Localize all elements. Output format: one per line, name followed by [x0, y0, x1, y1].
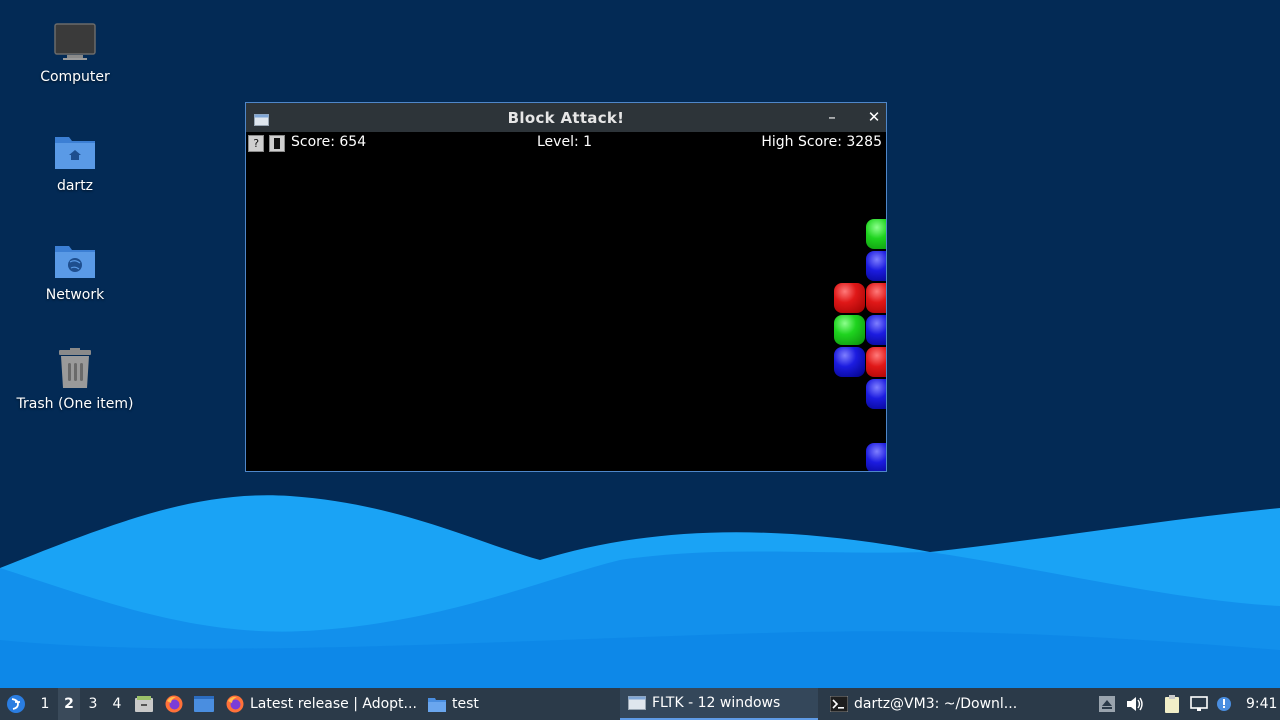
- trash-icon: [51, 345, 99, 393]
- tray-updates[interactable]: [1215, 688, 1233, 720]
- show-desktop-button[interactable]: [193, 688, 215, 720]
- desktop-icon-network[interactable]: Network: [0, 236, 150, 303]
- red-block[interactable]: [866, 347, 886, 377]
- workspace-4[interactable]: 4: [106, 688, 128, 720]
- firefox-icon: [165, 695, 183, 713]
- show-desktop-icon: [194, 696, 214, 712]
- game-board[interactable]: ? Score: 654 Level: 1 High Score: 3285: [246, 132, 886, 471]
- block-attack-window[interactable]: Block Attack! – ✕ ? Score: 654 Level: 1 …: [245, 102, 887, 472]
- window-title: Block Attack!: [507, 109, 625, 127]
- score-label: Score: 654: [291, 134, 367, 150]
- tray-network[interactable]: [1190, 688, 1208, 720]
- desktop-icon-home[interactable]: dartz: [0, 127, 150, 194]
- green-block[interactable]: [866, 219, 886, 249]
- tray-eject[interactable]: [1098, 688, 1116, 720]
- taskbar: 1 2 3 4 Latest release | Adopt... test F…: [0, 688, 1280, 720]
- file-manager-launcher[interactable]: [134, 688, 154, 720]
- network-icon: [1190, 695, 1208, 713]
- task-label: Latest release | Adopt...: [250, 696, 417, 712]
- help-button[interactable]: ?: [248, 135, 264, 152]
- home-folder-icon: [51, 127, 99, 175]
- red-block[interactable]: [866, 283, 886, 313]
- blue-block[interactable]: [866, 251, 886, 281]
- desktop-icon-trash[interactable]: Trash (One item): [0, 345, 150, 412]
- desktop-icon-label: Trash (One item): [16, 396, 134, 412]
- blue-block[interactable]: [834, 347, 865, 377]
- file-manager-icon: [135, 696, 153, 712]
- task-test-folder[interactable]: test: [428, 688, 479, 720]
- terminal-icon: [830, 696, 848, 712]
- blue-block[interactable]: [866, 443, 886, 471]
- window-icon: [628, 696, 646, 710]
- network-folder-icon: [51, 236, 99, 284]
- tray-clipboard[interactable]: [1163, 688, 1181, 720]
- task-fltk[interactable]: FLTK - 12 windows: [620, 688, 818, 720]
- start-menu-icon: [7, 695, 25, 713]
- high-score-label: High Score: 3285: [761, 134, 882, 150]
- window-titlebar[interactable]: Block Attack! – ✕: [246, 103, 886, 132]
- workspace-2[interactable]: 2: [58, 688, 80, 720]
- desktop-icon-label: Computer: [40, 69, 110, 85]
- desktop-icon-label: dartz: [56, 178, 94, 194]
- green-block[interactable]: [834, 315, 865, 345]
- desktop-icon-computer[interactable]: Computer: [0, 18, 150, 85]
- pause-button[interactable]: [269, 135, 285, 152]
- clock[interactable]: 9:41: [1246, 688, 1277, 720]
- pause-icon: [274, 138, 280, 149]
- eject-icon: [1098, 695, 1116, 713]
- task-firefox[interactable]: Latest release | Adopt...: [226, 688, 417, 720]
- task-label: FLTK - 12 windows: [652, 695, 781, 711]
- workspace-1[interactable]: 1: [34, 688, 56, 720]
- start-menu-button[interactable]: [4, 688, 28, 720]
- update-notification-icon: [1215, 695, 1233, 713]
- task-label: dartz@VM3: ~/Downl...: [854, 696, 1018, 712]
- blue-block[interactable]: [866, 379, 886, 409]
- task-label: test: [452, 696, 479, 712]
- firefox-icon: [226, 695, 244, 713]
- workspace-3[interactable]: 3: [82, 688, 104, 720]
- firefox-launcher[interactable]: [164, 688, 184, 720]
- task-terminal[interactable]: dartz@VM3: ~/Downl...: [830, 688, 1017, 720]
- clipboard-icon: [1163, 695, 1181, 713]
- desktop-icon-label: Network: [45, 287, 105, 303]
- blue-block[interactable]: [866, 315, 886, 345]
- folder-icon: [428, 698, 446, 712]
- tray-volume[interactable]: [1126, 688, 1144, 720]
- red-block[interactable]: [834, 283, 865, 313]
- computer-icon: [51, 18, 99, 66]
- volume-icon: [1126, 695, 1144, 713]
- minimize-button[interactable]: –: [822, 107, 842, 127]
- close-button[interactable]: ✕: [864, 107, 884, 127]
- level-label: Level: 1: [537, 134, 593, 150]
